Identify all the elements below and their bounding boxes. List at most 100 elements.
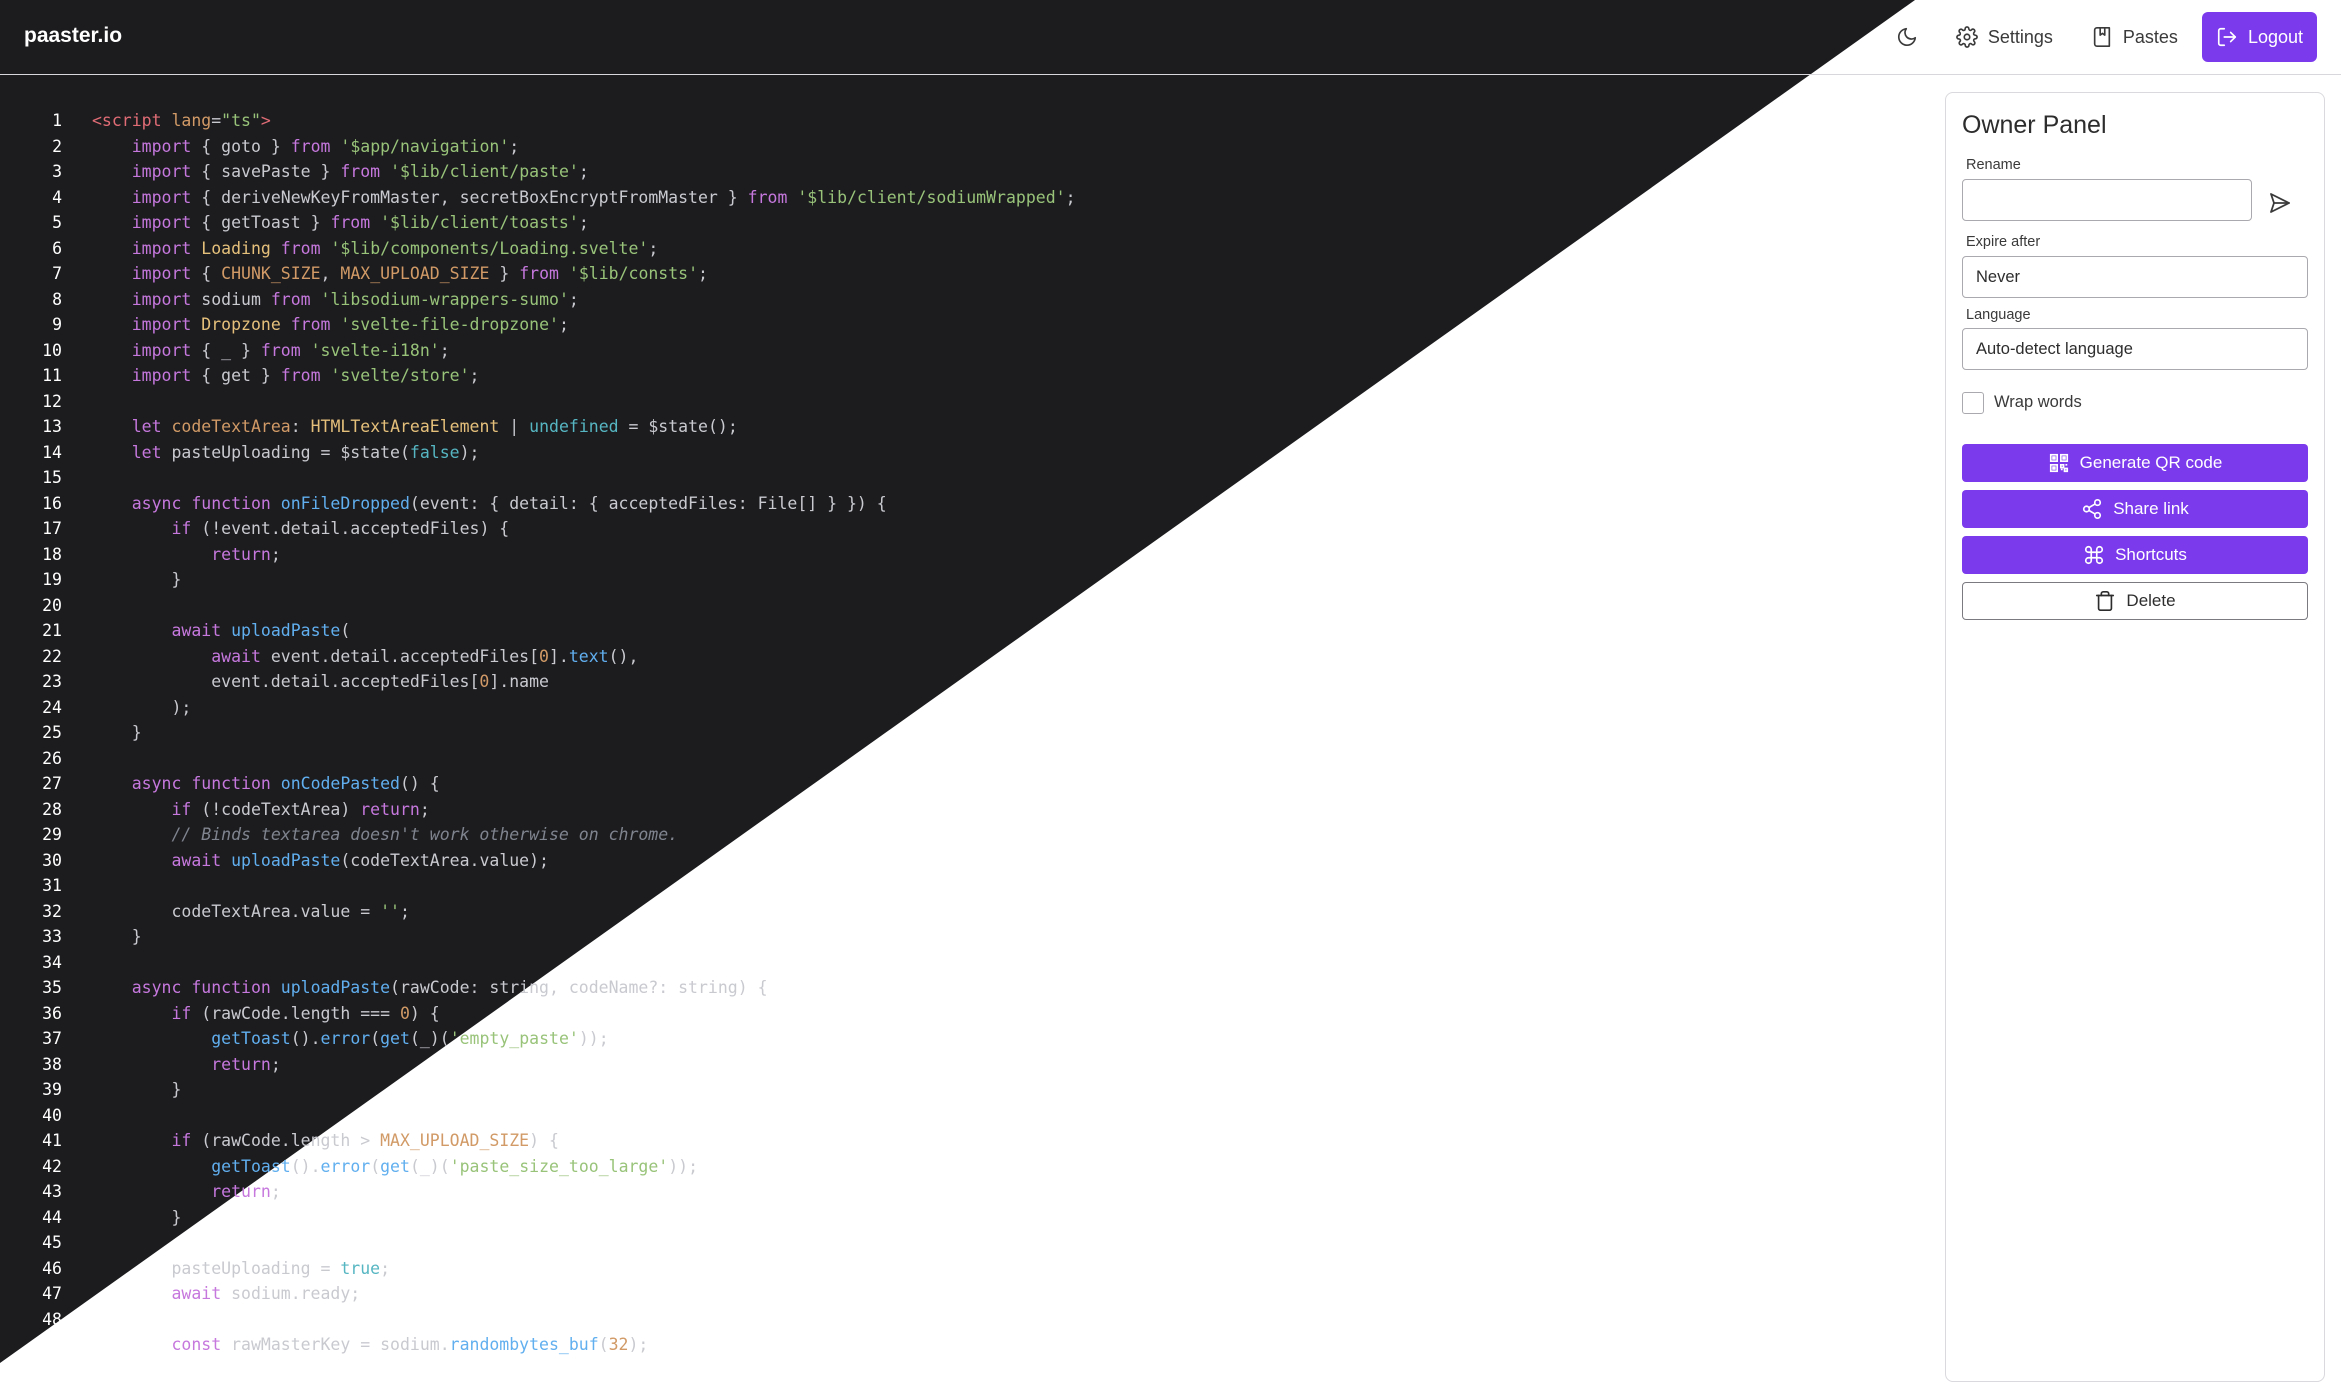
line-text: return; xyxy=(92,542,281,568)
line-number: 29 xyxy=(42,825,62,844)
rename-label: Rename xyxy=(1966,157,2021,173)
line-text: import { _ } from 'svelte-i18n'; xyxy=(92,338,450,364)
code-token: : xyxy=(290,417,311,436)
generate-qr-button[interactable]: Generate QR code xyxy=(1962,444,2308,482)
code-line: 6 import Loading from '$lib/components/L… xyxy=(0,236,1076,262)
line-number: 10 xyxy=(42,340,62,360)
code-token: lang xyxy=(161,111,212,130)
code-token: rawMasterKey = sodium. xyxy=(221,1335,450,1354)
line-text: import { getToast } from '$lib/client/to… xyxy=(92,210,589,236)
code-token: event.detail.acceptedFiles[ xyxy=(92,672,480,691)
code-viewer[interactable]: 1 <script lang="ts"> 2 import { goto } fro… xyxy=(0,108,1076,1358)
code-token: import xyxy=(131,340,192,360)
code-token: (event: { detail: { acceptedFiles: File[… xyxy=(409,493,887,513)
code-token: onCodePasted xyxy=(280,774,400,793)
delete-button[interactable]: Delete xyxy=(1962,582,2308,620)
line-number: 39 xyxy=(42,1080,62,1099)
code-line: 23 event.detail.acceptedFiles[0].name xyxy=(0,669,1076,695)
code-token: "ts" xyxy=(221,111,261,130)
line-text: async function onFileDropped(event: { de… xyxy=(92,491,887,517)
gear-icon xyxy=(1955,26,1978,48)
line-number: 42 xyxy=(42,1156,62,1176)
line-number: 11 xyxy=(42,366,62,385)
code-token: 'svelte/store' xyxy=(330,366,470,385)
line-number: 34 xyxy=(42,952,62,972)
code-line: 3 import { savePaste } from '$lib/client… xyxy=(0,159,1076,185)
line-number: 21 xyxy=(42,621,62,640)
code-token: { _ } xyxy=(191,340,261,360)
line-number: 13 xyxy=(42,417,62,436)
code-token: from xyxy=(280,366,321,385)
code-token: import xyxy=(131,238,192,258)
code-token: pasteUploading = $state( xyxy=(161,442,410,462)
settings-button[interactable]: Settings xyxy=(1942,12,2067,62)
shortcuts-button[interactable]: Shortcuts xyxy=(1962,536,2308,574)
code-line: 24 ); xyxy=(0,695,1076,721)
code-token: return xyxy=(211,544,271,564)
code-token: 32 xyxy=(608,1335,629,1354)
code-token: '$lib/client/paste' xyxy=(390,162,579,181)
line-number: 2 xyxy=(52,136,62,156)
code-line: 41 if (rawCode.length > MAX_UPLOAD_SIZE)… xyxy=(0,1128,1076,1154)
code-token: = xyxy=(211,111,222,130)
code-token: import xyxy=(131,366,192,385)
code-line: 32 codeTextArea.value = ''; xyxy=(0,899,1076,925)
code-token: ( xyxy=(370,1029,381,1048)
code-token: await xyxy=(171,1284,222,1303)
line-number: 38 xyxy=(42,1054,62,1074)
code-token: ; xyxy=(578,213,589,232)
line-number: 9 xyxy=(52,315,62,334)
pastes-button[interactable]: Pastes xyxy=(2077,12,2192,62)
code-token: () { xyxy=(399,774,440,793)
expire-select[interactable]: Never xyxy=(1962,256,2308,298)
code-line: 42 getToast().error(get(_)('paste_size_t… xyxy=(0,1154,1076,1180)
code-token: ; xyxy=(509,136,520,156)
code-token: <script xyxy=(92,111,162,130)
command-icon xyxy=(2085,545,2104,565)
line-text: if (rawCode.length > MAX_UPLOAD_SIZE) { xyxy=(92,1128,558,1154)
code-token: pasteUploading = xyxy=(92,1258,341,1278)
code-token: Dropzone xyxy=(201,315,281,334)
logout-button[interactable]: Logout xyxy=(2201,12,2317,62)
logout-label: Logout xyxy=(2247,26,2303,47)
owner-panel: Owner Panel Rename Expire after Never La… xyxy=(1945,92,2325,1382)
code-token: import xyxy=(131,289,192,309)
language-select[interactable]: Auto-detect language xyxy=(1962,328,2308,370)
code-token: ; xyxy=(270,544,281,564)
code-token: (). xyxy=(290,1156,321,1176)
panel-title: Owner Panel xyxy=(1962,111,2107,139)
code-token: await xyxy=(171,621,222,640)
wrap-words-checkbox[interactable] xyxy=(1962,392,1984,414)
share-link-button[interactable]: Share link xyxy=(1962,490,2308,528)
line-text: return; xyxy=(92,1052,281,1078)
code-line: 29 // Binds textarea doesn't work otherw… xyxy=(0,822,1076,848)
rename-submit-button[interactable] xyxy=(2263,186,2297,220)
code-token: } xyxy=(92,1207,182,1227)
code-token: return xyxy=(360,799,420,819)
theme-toggle-button[interactable] xyxy=(1882,12,1932,62)
code-token: ); xyxy=(459,442,480,462)
line-text: } xyxy=(92,1205,181,1231)
line-text: import { deriveNewKeyFromMaster, secretB… xyxy=(92,185,1076,211)
rename-input[interactable] xyxy=(1962,179,2252,221)
code-token: 0 xyxy=(399,1003,410,1023)
brand-logo[interactable]: paaster.io xyxy=(24,24,122,48)
code-line: 16 async function onFileDropped(event: {… xyxy=(0,491,1076,517)
top-nav: Settings Pastes Logout xyxy=(1882,12,2317,62)
line-number: 15 xyxy=(42,468,62,487)
code-token: await xyxy=(171,850,222,870)
code-token: ( xyxy=(598,1335,609,1354)
code-line: 39 } xyxy=(0,1077,1076,1103)
code-line: 8 import sodium from 'libsodium-wrappers… xyxy=(0,287,1076,313)
generate-qr-label: Generate QR code xyxy=(2079,453,2223,472)
code-line: 25 } xyxy=(0,720,1076,746)
code-line: 28 if (!codeTextArea) return; xyxy=(0,797,1076,823)
